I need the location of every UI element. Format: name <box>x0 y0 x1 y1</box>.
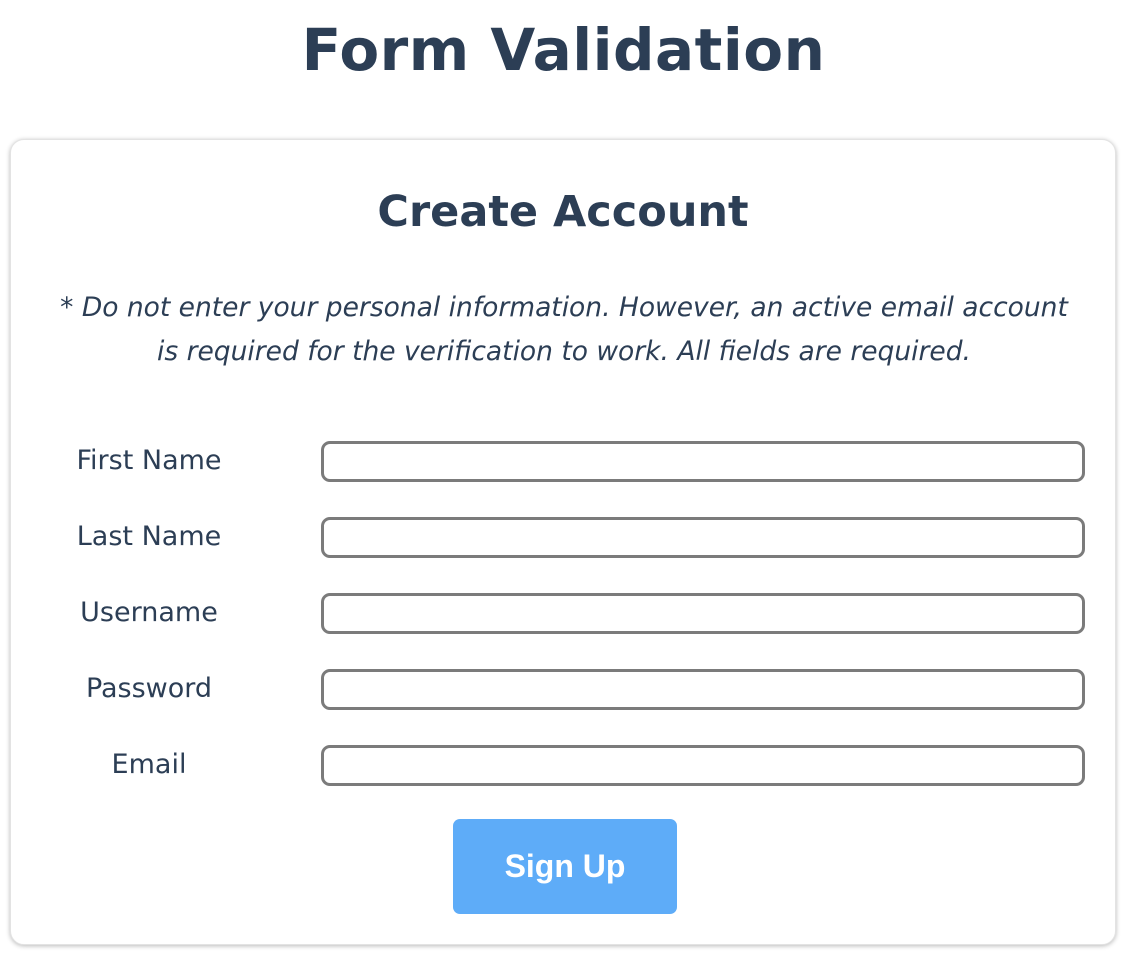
password-input[interactable] <box>321 669 1085 710</box>
form-notice: * Do not enter your personal information… <box>60 292 1068 367</box>
username-row: Username <box>11 592 1115 634</box>
page-title: Form Validation <box>301 16 826 84</box>
last-name-input[interactable] <box>321 517 1085 558</box>
first-name-label: First Name <box>76 445 222 476</box>
last-name-label: Last Name <box>76 521 222 552</box>
email-row: Email <box>11 744 1115 786</box>
email-label: Email <box>111 749 187 780</box>
first-name-row: First Name <box>11 440 1115 482</box>
form-title: Create Account <box>377 187 749 237</box>
email-input[interactable] <box>321 745 1085 786</box>
sign-up-button[interactable]: Sign Up <box>453 819 677 914</box>
first-name-input[interactable] <box>321 441 1085 482</box>
password-label: Password <box>85 673 213 704</box>
last-name-row: Last Name <box>11 516 1115 558</box>
password-row: Password <box>11 668 1115 710</box>
username-input[interactable] <box>321 593 1085 634</box>
create-account-card: Create Account * Do not enter your perso… <box>10 139 1116 945</box>
username-label: Username <box>80 597 218 628</box>
